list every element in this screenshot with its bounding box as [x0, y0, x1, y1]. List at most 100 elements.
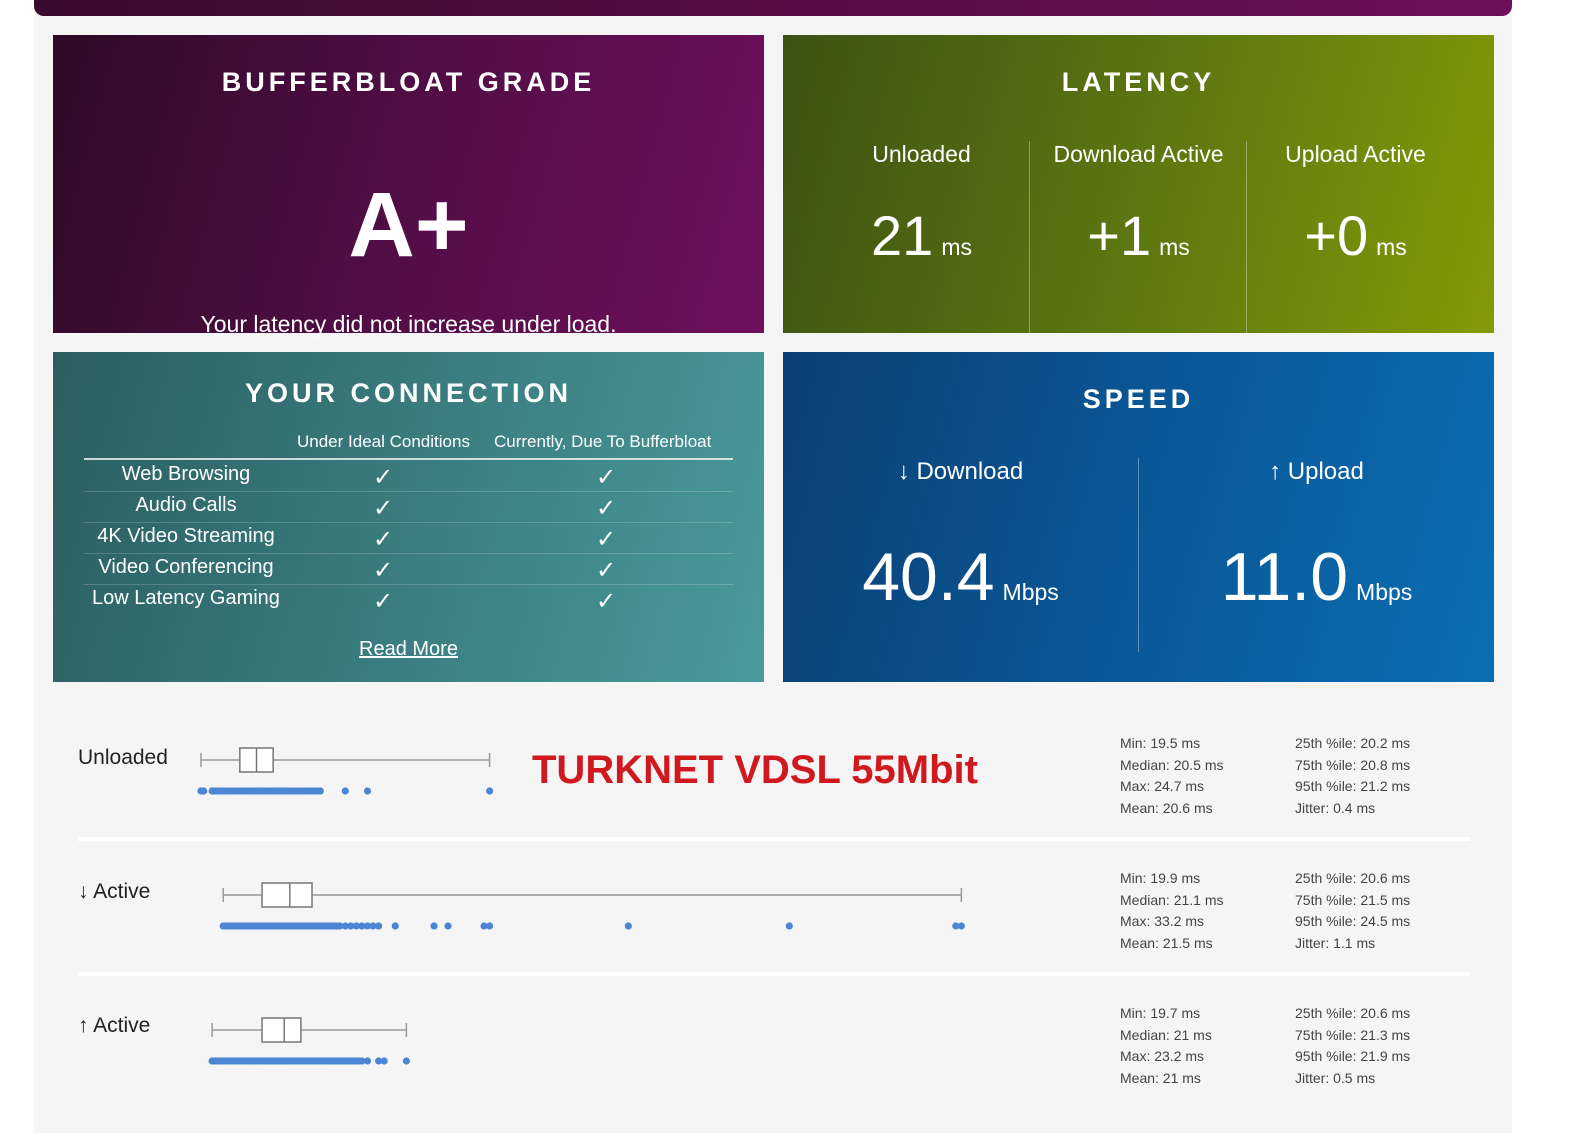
- read-more-link[interactable]: Read More: [53, 638, 764, 661]
- stat-max: Max: 33.2 ms: [1120, 913, 1205, 929]
- sample-dot: [624, 922, 632, 930]
- row-name: 4K Video Streaming: [97, 525, 275, 547]
- stat-mean: Mean: 21 ms: [1120, 1069, 1201, 1086]
- top-bar: [34, 0, 1512, 16]
- latency-title: LATENCY: [1061, 67, 1216, 97]
- sample-dot: [363, 787, 372, 795]
- speed-download: ↓ Download 40.4 Mbps: [783, 458, 1138, 652]
- checkmark-icon: ✓: [596, 588, 617, 615]
- plot-label-download-active: ↓ Active: [78, 880, 151, 903]
- stat-jitter: Jitter: 1.1 ms: [1295, 934, 1376, 951]
- stat-min: Min: 19.7 ms: [1120, 1005, 1201, 1021]
- checkmark-icon: ✓: [596, 495, 617, 522]
- latency-unloaded: Unloaded 21 ms: [813, 141, 1030, 337]
- sample-dot: [375, 922, 383, 930]
- stat-median: Median: 20.5 ms: [1120, 756, 1224, 773]
- upload-value: 11.0: [1220, 539, 1349, 615]
- latency-download-unit: ms: [1159, 234, 1190, 260]
- row-name: Video Conferencing: [98, 556, 274, 578]
- latency-unloaded-value: 21: [871, 204, 934, 267]
- latency-upload-active: Upload Active +0 ms: [1246, 141, 1464, 337]
- latency-boxplot-upload-active: [208, 1017, 410, 1065]
- connection-row: Video Conferencing ✓ ✓: [84, 554, 733, 585]
- connection-row: Web Browsing ✓ ✓: [84, 461, 733, 492]
- stat-p95: 95th %ile: 21.2 ms: [1295, 778, 1411, 794]
- stat-min: Min: 19.5 ms: [1120, 735, 1201, 751]
- stats-right-download-active: 25th %ile: 20.6 ms 75th %ile: 21.5 ms 95…: [1295, 868, 1410, 954]
- checkmark-icon: ✓: [596, 464, 617, 491]
- row-divider: [78, 837, 1470, 841]
- latency-card: LATENCY Unloaded 21 ms Download Active +1…: [783, 35, 1494, 337]
- stat-p25: 25th %ile: 20.6 ms: [1295, 1005, 1411, 1021]
- plot-label-unloaded: Unloaded: [78, 746, 168, 769]
- latency-unloaded-unit: ms: [941, 234, 972, 260]
- latency-download-active: Download Active +1 ms: [1029, 141, 1247, 337]
- header-divider: [84, 458, 733, 460]
- col-header-current: Currently, Due To Bufferbloat: [494, 432, 712, 451]
- stats-left-upload-active: Min: 19.7 ms Median: 21 ms Max: 23.2 ms …: [1120, 1003, 1212, 1089]
- col-header-ideal: Under Ideal Conditions: [297, 432, 470, 451]
- row-divider: [78, 972, 1470, 976]
- latency-download-value: +1: [1087, 204, 1152, 267]
- stat-p25: 25th %ile: 20.6 ms: [1295, 870, 1411, 886]
- download-unit: Mbps: [1002, 579, 1059, 605]
- checkmark-icon: ✓: [596, 526, 617, 553]
- latency-unloaded-label: Unloaded: [872, 141, 971, 167]
- stat-max: Max: 24.7 ms: [1120, 778, 1205, 794]
- bufferbloat-grade-card: BUFFERBLOAT GRADE A+ Your latency did no…: [53, 35, 764, 337]
- sample-dot: [341, 787, 349, 795]
- sample-dot: [316, 787, 324, 795]
- connection-row: 4K Video Streaming ✓ ✓: [84, 523, 733, 554]
- stat-p95: 95th %ile: 21.9 ms: [1295, 1048, 1411, 1064]
- latency-upload-value: +0: [1304, 204, 1369, 267]
- sample-dot: [486, 922, 494, 930]
- stat-min: Min: 19.9 ms: [1120, 870, 1201, 886]
- sample-dot: [957, 922, 965, 930]
- stats-left-download-active: Min: 19.9 ms Median: 21.1 ms Max: 33.2 m…: [1120, 868, 1224, 954]
- stat-p75: 75th %ile: 21.5 ms: [1295, 891, 1411, 908]
- speed-upload: ↑ Upload 11.0 Mbps: [1138, 458, 1494, 652]
- stat-p75: 75th %ile: 20.8 ms: [1295, 756, 1411, 773]
- iqr-box: [261, 1017, 302, 1043]
- upload-unit: Mbps: [1356, 579, 1413, 605]
- row-name: Audio Calls: [135, 494, 237, 516]
- connection-title: YOUR CONNECTION: [244, 378, 572, 408]
- checkmark-icon: ✓: [373, 557, 394, 584]
- stat-jitter: Jitter: 0.5 ms: [1295, 1069, 1376, 1086]
- sample-dot: [391, 922, 399, 930]
- sample-dot: [363, 1057, 372, 1065]
- stat-p75: 75th %ile: 21.3 ms: [1295, 1026, 1411, 1043]
- checkmark-icon: ✓: [596, 557, 617, 584]
- stat-median: Median: 21.1 ms: [1120, 891, 1224, 908]
- row-name: Web Browsing: [121, 463, 251, 485]
- connection-row: Low Latency Gaming ✓ ✓: [84, 585, 733, 615]
- sample-dot: [402, 1057, 410, 1065]
- latency-upload-unit: ms: [1376, 234, 1407, 260]
- checkmark-icon: ✓: [373, 464, 394, 491]
- stats-right-upload-active: 25th %ile: 20.6 ms 75th %ile: 21.3 ms 95…: [1295, 1003, 1410, 1089]
- sample-dot: [785, 922, 793, 930]
- sample-dot: [380, 1057, 388, 1065]
- upload-label: ↑ Upload: [1269, 458, 1364, 485]
- stat-mean: Mean: 21.5 ms: [1120, 934, 1213, 951]
- sample-dot: [486, 787, 494, 795]
- stat-p25: 25th %ile: 20.2 ms: [1295, 735, 1411, 751]
- latency-boxplot-download-active: [219, 882, 965, 930]
- grade-value: A+: [348, 174, 469, 276]
- speed-card: SPEED ↓ Download 40.4 Mbps ↑ Upload 11.0 M…: [783, 352, 1494, 682]
- connection-row: Audio Calls ✓ ✓: [84, 492, 733, 523]
- stats-right-unloaded: 25th %ile: 20.2 ms 75th %ile: 20.8 ms 95…: [1295, 733, 1410, 819]
- stat-mean: Mean: 20.6 ms: [1120, 799, 1213, 816]
- grade-description: Your latency did not increase under load…: [200, 311, 617, 337]
- speed-title: SPEED: [1082, 384, 1195, 414]
- connection-card: YOUR CONNECTION Under Ideal Conditions C…: [53, 352, 764, 682]
- checkmark-icon: ✓: [373, 526, 394, 553]
- download-label: ↓ Download: [897, 458, 1024, 485]
- sample-dot: [430, 922, 438, 930]
- stats-left-unloaded: Min: 19.5 ms Median: 20.5 ms Max: 24.7 m…: [1120, 733, 1224, 819]
- stat-median: Median: 21 ms: [1120, 1026, 1212, 1043]
- iqr-box: [261, 882, 313, 908]
- download-value: 40.4: [862, 539, 995, 615]
- plot-label-upload-active: ↑ Active: [78, 1014, 151, 1037]
- sample-dot: [200, 787, 208, 795]
